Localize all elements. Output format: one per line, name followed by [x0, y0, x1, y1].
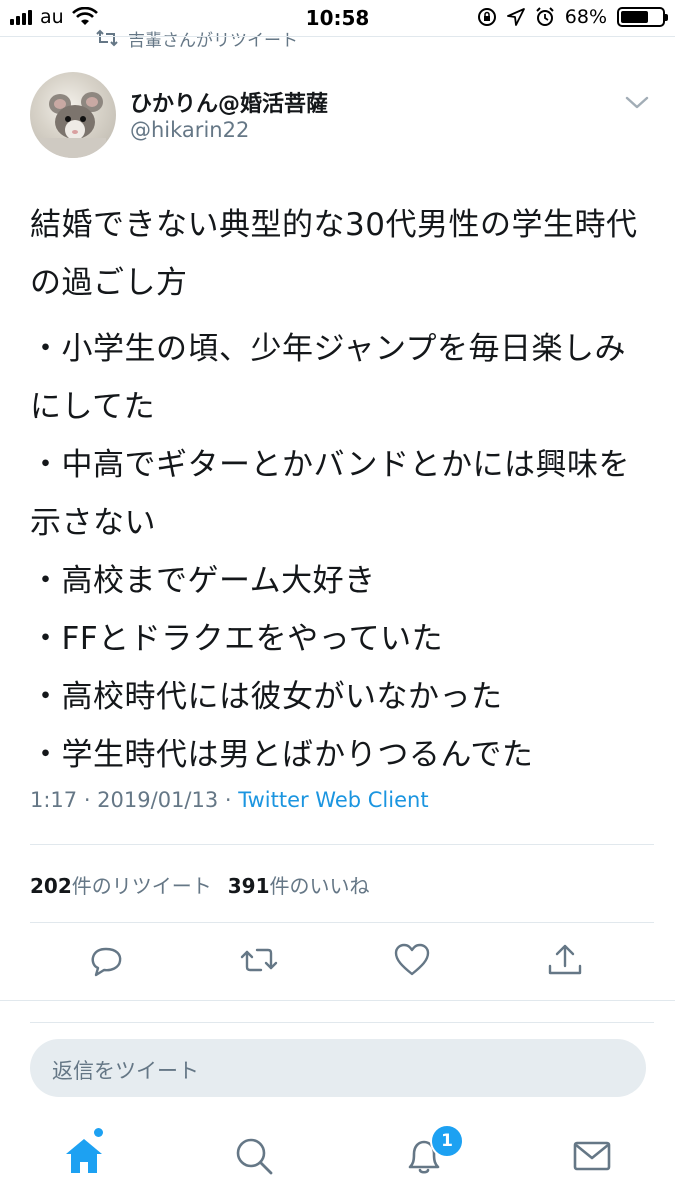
- retweets-stat[interactable]: 202件のリツイート: [30, 870, 212, 899]
- tweet-text-line: ・FFとドラクエをやっていた: [30, 621, 444, 657]
- divider: [30, 922, 654, 923]
- tweet-text-line: ・高校までゲーム大好き: [30, 563, 376, 599]
- tweet-text-line: ・学生時代は男とばかりつるんでた: [30, 737, 534, 773]
- share-icon[interactable]: [545, 940, 585, 980]
- tweet-text-line: ・小学生の頃、少年ジャンプを毎日楽しみにしてた: [30, 331, 627, 425]
- tweet-timestamp: 1:17 · 2019/01/13 ·: [30, 788, 239, 812]
- reply-input[interactable]: 返信をツイート: [30, 1039, 646, 1097]
- home-unread-dot: [94, 1128, 103, 1137]
- battery-icon: [617, 7, 668, 27]
- divider: [30, 844, 654, 845]
- chevron-down-icon[interactable]: [624, 92, 650, 112]
- retweet-context-label: 吉輩さんがリツイート: [128, 30, 298, 51]
- tweet-source-link[interactable]: Twitter Web Client: [238, 788, 428, 812]
- tweet-text-line: ・中高でギターとかバンドとかには興味を示さない: [30, 447, 631, 541]
- likes-count: 391: [227, 874, 270, 898]
- retweets-label: 件のリツイート: [71, 874, 212, 898]
- rotation-lock-icon: [477, 8, 496, 26]
- author-display-name[interactable]: ひかりん@婚活菩薩: [130, 86, 328, 118]
- tweet-text-line: ・高校時代には彼女がいなかった: [30, 679, 503, 715]
- divider: [30, 1022, 654, 1023]
- retweet-icon[interactable]: [239, 940, 279, 980]
- battery-fill: [621, 11, 649, 23]
- top-divider: [0, 36, 675, 37]
- tweet-actions: [0, 940, 675, 988]
- retweet-small-icon: [96, 29, 118, 47]
- likes-label: 件のいいね: [269, 874, 370, 898]
- retweet-context[interactable]: 吉輩さんがリツイート: [96, 26, 298, 50]
- reply-placeholder: 返信をツイート: [52, 1059, 199, 1083]
- divider: [0, 1000, 675, 1001]
- home-icon[interactable]: [62, 1134, 106, 1178]
- messages-icon[interactable]: [570, 1134, 614, 1178]
- retweets-count: 202: [30, 874, 72, 898]
- location-icon: [506, 8, 525, 26]
- rat-avatar-image: [40, 92, 106, 158]
- notifications-badge: 1: [430, 1124, 464, 1158]
- tweet-text-intro: 結婚できない典型的な30代男性の学生時代の過ごし方: [30, 207, 638, 301]
- avatar[interactable]: [30, 72, 116, 158]
- reply-icon[interactable]: [86, 940, 126, 980]
- tweet-stats: 202件のリツイート 391件のいいね: [30, 870, 370, 899]
- author-handle[interactable]: @hikarin22: [130, 118, 249, 142]
- tweet-text: 結婚できない典型的な30代男性の学生時代の過ごし方 ・小学生の頃、少年ジャンプを…: [30, 196, 650, 784]
- battery-percent: 68%: [564, 6, 607, 28]
- search-icon[interactable]: [232, 1134, 276, 1178]
- like-icon[interactable]: [392, 940, 432, 980]
- status-right: 68%: [477, 6, 668, 28]
- tweet-meta: 1:17 · 2019/01/13 · Twitter Web Client: [30, 788, 429, 812]
- likes-stat[interactable]: 391件のいいね: [228, 870, 370, 899]
- alarm-icon: [536, 7, 554, 26]
